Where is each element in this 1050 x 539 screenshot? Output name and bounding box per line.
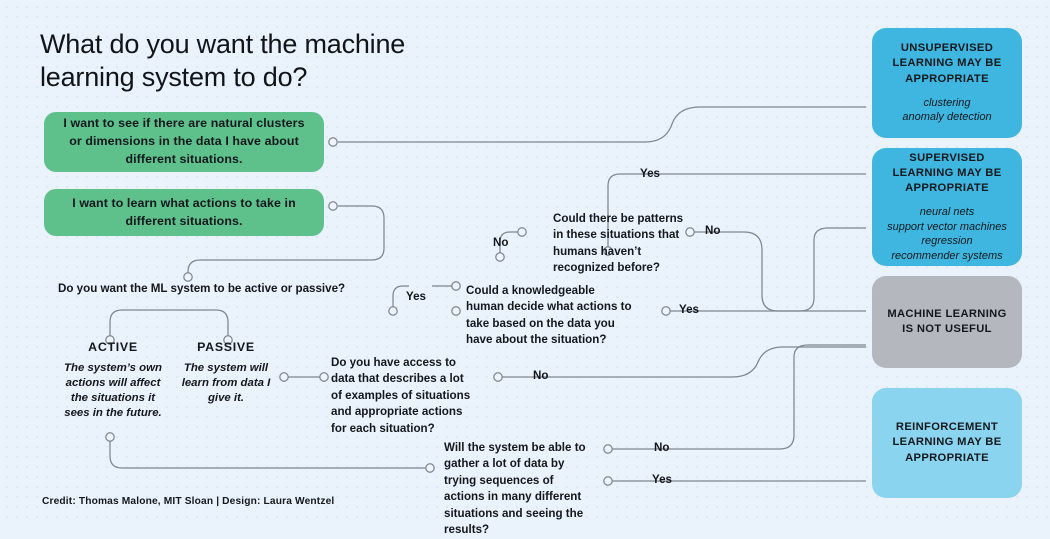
outcome-reinforcement[interactable]: REINFORCEMENT LEARNING MAY BE APPROPRIAT… [872,388,1022,498]
question-hidden-patterns: Could there be patterns in these situati… [553,212,684,275]
credit-line: Credit: Thomas Malone, MIT Sloan | Desig… [42,496,335,507]
mode-active-heading: ACTIVE [88,340,138,354]
mode-active: ACTIVE The system’s own actions will aff… [63,340,163,422]
edge-label-patterns-yes: Yes [640,167,660,180]
start-option-clusters[interactable]: I want to see if there are natural clust… [44,112,324,172]
question-active-or-passive: Do you want the ML system to be active o… [58,282,346,295]
edge-label-gather-no: No [654,441,670,454]
edge-label-access-yes: Yes [406,290,426,303]
edge-label-patterns-no-right: No [705,224,721,237]
outcome-unsupervised[interactable]: UNSUPERVISED LEARNING MAY BE APPROPRIATE… [872,28,1022,138]
start-option-actions[interactable]: I want to learn what actions to take in … [44,189,324,236]
outcome-unsupervised-examples: clustering anomaly detection [902,96,992,124]
outcome-unsupervised-heading: UNSUPERVISED LEARNING MAY BE APPROPRIATE [892,42,1002,85]
question-data-access: Do you have access to data that describe… [331,356,471,435]
mode-passive: PASSIVE The system will learn from data … [181,340,271,406]
edge-label-knowledge-yes: Yes [679,303,699,316]
edge-label-patterns-no-left: No [493,236,509,249]
start-option-actions-label: I want to learn what actions to take in … [72,195,296,228]
outcome-not-useful[interactable]: MACHINE LEARNING IS NOT USEFUL [872,276,1022,368]
outcome-supervised-heading: SUPERVISED LEARNING MAY BE APPROPRIATE [892,151,1002,195]
page-title: What do you want the machine learning sy… [40,29,406,92]
outcome-supervised-examples: neural nets support vector machines regr… [887,206,1007,262]
start-option-clusters-label: I want to see if there are natural clust… [63,116,305,166]
mode-passive-heading: PASSIVE [197,340,255,354]
outcome-not-useful-heading: MACHINE LEARNING IS NOT USEFUL [887,307,1007,335]
mode-active-description: The system’s own actions will affect the… [64,362,162,420]
question-gather-data: Will the system be able to gather a lot … [444,441,586,537]
mode-passive-description: The system will learn from data I give i… [181,362,271,405]
question-knowledgeable-human: Could a knowledgeable human decide what … [466,284,632,347]
edge-label-gather-yes: Yes [652,473,672,486]
edge-label-access-no: No [533,369,549,382]
outcome-supervised[interactable]: SUPERVISED LEARNING MAY BE APPROPRIATE n… [872,148,1022,266]
outcome-reinforcement-heading: REINFORCEMENT LEARNING MAY BE APPROPRIAT… [892,421,1002,464]
flowchart-canvas: What do you want the machine learning sy… [0,0,1050,536]
